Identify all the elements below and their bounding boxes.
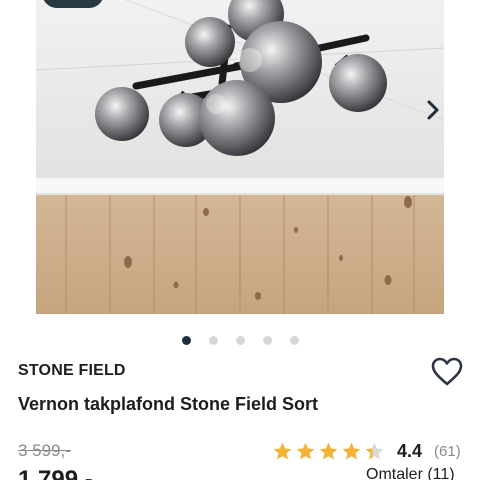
heart-outline-icon xyxy=(431,357,463,386)
star-icon xyxy=(365,442,384,460)
product-brand[interactable]: STONE FIELD xyxy=(18,362,126,380)
product-photo-illustration xyxy=(36,0,444,314)
star-icon xyxy=(296,442,315,460)
rating-count: (61) xyxy=(434,443,461,460)
pagination-dot[interactable] xyxy=(181,336,191,345)
product-photo[interactable] xyxy=(36,0,444,314)
product-image-gallery[interactable] xyxy=(0,0,480,330)
pagination-dot[interactable] xyxy=(262,336,272,345)
rating-value: 4.4 xyxy=(397,441,423,461)
pagination-dot[interactable] xyxy=(208,336,218,345)
star-icon xyxy=(342,442,361,460)
product-rating[interactable]: 4.4 (61) xyxy=(272,441,461,462)
rating-stars xyxy=(272,441,385,462)
sale-price: 1 799,- xyxy=(18,466,93,480)
product-title: Vernon takplafond Stone Field Sort xyxy=(18,394,319,414)
next-image-button[interactable] xyxy=(418,93,448,127)
original-price: 3 599,- xyxy=(18,441,71,460)
image-overlay-button[interactable] xyxy=(42,0,104,8)
favorite-button[interactable] xyxy=(430,356,464,388)
star-icon xyxy=(319,442,338,460)
chevron-right-icon xyxy=(427,100,439,120)
pagination-dot[interactable] xyxy=(289,336,299,345)
reviews-link[interactable]: Omtaler (11) xyxy=(366,466,455,480)
pagination-dot[interactable] xyxy=(235,336,245,345)
gallery-pagination xyxy=(0,336,480,348)
star-icon xyxy=(273,442,292,460)
